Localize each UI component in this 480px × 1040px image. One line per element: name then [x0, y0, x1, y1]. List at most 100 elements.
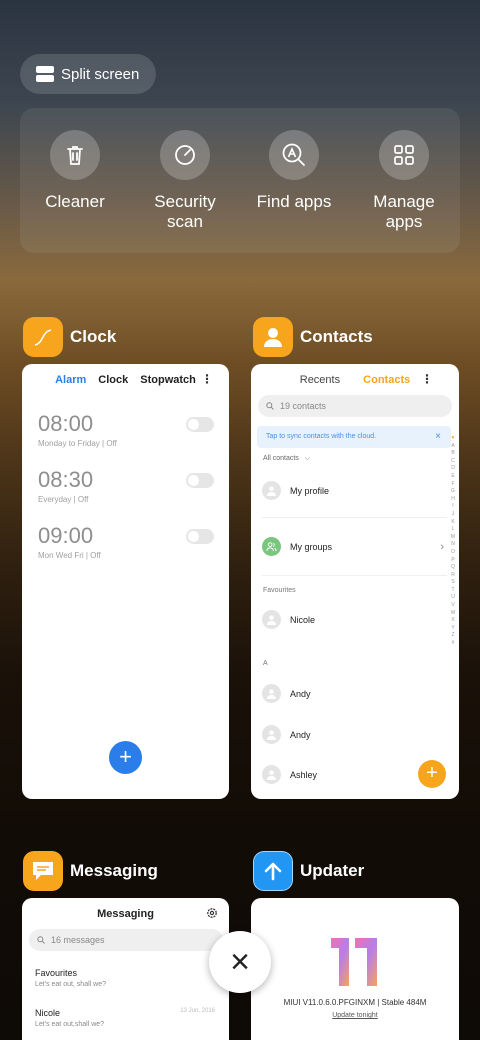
alarm-toggle[interactable] — [186, 529, 214, 544]
alphabet-index-letter[interactable]: N — [449, 541, 457, 549]
alphabet-index-letter[interactable]: # — [449, 640, 457, 648]
more-menu-icon[interactable]: ⋮ — [421, 372, 433, 386]
add-alarm-button[interactable]: + — [109, 741, 142, 774]
tab-clock[interactable]: Clock — [98, 374, 128, 386]
gauge-icon — [160, 130, 210, 180]
alphabet-index-letter[interactable]: B — [449, 450, 457, 458]
quick-actions-panel: Cleaner Security scan Find apps Manage a… — [20, 108, 460, 253]
alphabet-index-letter[interactable]: U — [449, 594, 457, 602]
alphabet-index-letter[interactable]: Z — [449, 632, 457, 640]
close-icon[interactable]: × — [435, 426, 441, 448]
more-menu-icon[interactable]: ⋮ — [201, 372, 213, 386]
avatar — [262, 481, 281, 500]
alphabet-index-letter[interactable]: J — [449, 511, 457, 519]
contacts-app-card[interactable]: Recents Contacts ⋮ 19 contacts Tap to sy… — [251, 364, 459, 799]
add-contact-button[interactable]: + — [418, 760, 446, 788]
clock-app-name: Clock — [70, 327, 117, 346]
alarm-item[interactable]: 08:30 Everyday | Off — [38, 467, 214, 504]
alphabet-index-letter[interactable]: A — [449, 443, 457, 451]
alphabet-index-letter[interactable]: G — [449, 488, 457, 496]
divider — [262, 517, 447, 518]
alphabet-index-letter[interactable]: E — [449, 473, 457, 481]
alphabet-index-letter[interactable]: M — [449, 534, 457, 542]
find-apps-icon — [269, 130, 319, 180]
messaging-app-header[interactable]: Messaging — [23, 851, 158, 891]
alphabet-index-letter[interactable]: H — [449, 496, 457, 504]
my-groups-row[interactable]: My groups › — [262, 537, 444, 556]
alphabet-index-letter[interactable]: C — [449, 458, 457, 466]
security-scan-label: Security scan — [154, 192, 216, 231]
clock-app-icon — [23, 317, 63, 357]
alphabet-index-letter[interactable]: S — [449, 579, 457, 587]
alphabet-index-letter[interactable]: W — [449, 610, 457, 618]
split-screen-icon — [36, 66, 54, 82]
tab-recents[interactable]: Recents — [300, 374, 340, 386]
alarm-toggle[interactable] — [186, 473, 214, 488]
alphabet-index[interactable]: ♥ A B C D E F G H I J K L M N O P Q R S T U V W X Y Z # — [449, 435, 457, 648]
search-icon — [37, 936, 45, 944]
alarm-repeat: Monday to Friday | Off — [38, 439, 117, 448]
thread-preview: Let's eat out, shall we? — [35, 981, 106, 988]
clear-all-button[interactable]: × — [209, 931, 271, 993]
alphabet-index-letter[interactable]: R — [449, 572, 457, 580]
contact-row[interactable]: Andy — [262, 684, 442, 703]
alphabet-index-letter[interactable]: Q — [449, 564, 457, 572]
find-apps-label: Find apps — [256, 192, 332, 211]
message-thread[interactable]: Favourites Let's eat out, shall we? — [35, 968, 215, 988]
find-apps-button[interactable]: Find apps — [239, 130, 349, 212]
my-groups-label: My groups — [290, 541, 333, 552]
alphabet-index-letter[interactable]: O — [449, 549, 457, 557]
alphabet-index-letter[interactable]: K — [449, 519, 457, 527]
update-version: MIUI V11.0.6.0.PFGINXM | Stable 484M — [283, 998, 427, 1007]
person-icon — [253, 317, 293, 357]
favourites-index-icon[interactable]: ♥ — [449, 435, 457, 443]
avatar — [262, 684, 281, 703]
tab-stopwatch[interactable]: Stopwatch — [140, 374, 196, 386]
messages-search-input[interactable]: 16 messages — [29, 929, 223, 951]
contact-row[interactable]: Nicole — [262, 610, 442, 629]
alarm-item[interactable]: 08:00 Monday to Friday | Off — [38, 411, 214, 448]
messaging-app-name: Messaging — [70, 861, 158, 880]
clock-app-header[interactable]: Clock — [23, 317, 116, 357]
my-profile-label: My profile — [290, 485, 330, 496]
manage-apps-button[interactable]: Manage apps — [349, 130, 459, 232]
security-scan-button[interactable]: Security scan — [130, 130, 240, 232]
my-profile-row[interactable]: My profile — [262, 481, 442, 500]
messages-search-placeholder: 16 messages — [51, 935, 105, 945]
split-screen-button[interactable]: Split screen — [20, 54, 156, 94]
cleaner-button[interactable]: Cleaner — [20, 130, 130, 212]
update-tonight-link[interactable]: Update tonight — [251, 1012, 459, 1019]
tab-alarm[interactable]: Alarm — [55, 374, 86, 386]
alphabet-index-letter[interactable]: L — [449, 526, 457, 534]
alphabet-index-letter[interactable]: P — [449, 557, 457, 565]
updater-app-header[interactable]: Updater — [253, 851, 364, 891]
alarm-item[interactable]: 09:00 Mon Wed Fri | Off — [38, 523, 214, 560]
contacts-search-input[interactable]: 19 contacts — [258, 395, 452, 417]
alphabet-index-letter[interactable]: T — [449, 587, 457, 595]
clock-app-card[interactable]: Alarm Clock Stopwatch ⋮ 08:00 Monday to … — [22, 364, 229, 799]
contacts-app-header[interactable]: Contacts — [253, 317, 373, 357]
tab-contacts[interactable]: Contacts — [363, 374, 410, 386]
alarm-toggle[interactable] — [186, 417, 214, 432]
alphabet-index-letter[interactable]: F — [449, 481, 457, 489]
alphabet-index-letter[interactable]: V — [449, 602, 457, 610]
contacts-tabs: Recents Contacts ⋮ — [251, 364, 459, 386]
alphabet-index-letter[interactable]: I — [449, 503, 457, 511]
favourites-section-label: Favourites — [263, 587, 296, 594]
contacts-search-placeholder: 19 contacts — [280, 401, 327, 411]
message-bubble-icon — [23, 851, 63, 891]
contact-row[interactable]: Andy — [262, 725, 442, 744]
message-thread[interactable]: Nicole Let's eat out,shall we? 13 Jun, 2… — [35, 1008, 215, 1028]
alphabet-index-letter[interactable]: Y — [449, 625, 457, 633]
contacts-filter[interactable]: All contacts ⌵ — [263, 455, 310, 463]
gear-icon[interactable] — [206, 907, 218, 919]
sync-banner[interactable]: Tap to sync contacts with the cloud. × — [257, 426, 451, 448]
contact-row[interactable]: Ashley — [262, 765, 442, 784]
contact-name: Ashley — [290, 769, 318, 780]
updater-app-card[interactable]: MIUI V11.0.6.0.PFGINXM | Stable 484M Upd… — [251, 898, 459, 1040]
alphabet-index-letter[interactable]: X — [449, 617, 457, 625]
groups-icon — [262, 537, 281, 556]
contact-name: Andy — [290, 729, 311, 740]
alphabet-index-letter[interactable]: D — [449, 465, 457, 473]
messaging-app-card[interactable]: Messaging 16 messages Favourites Let's e… — [22, 898, 229, 1040]
